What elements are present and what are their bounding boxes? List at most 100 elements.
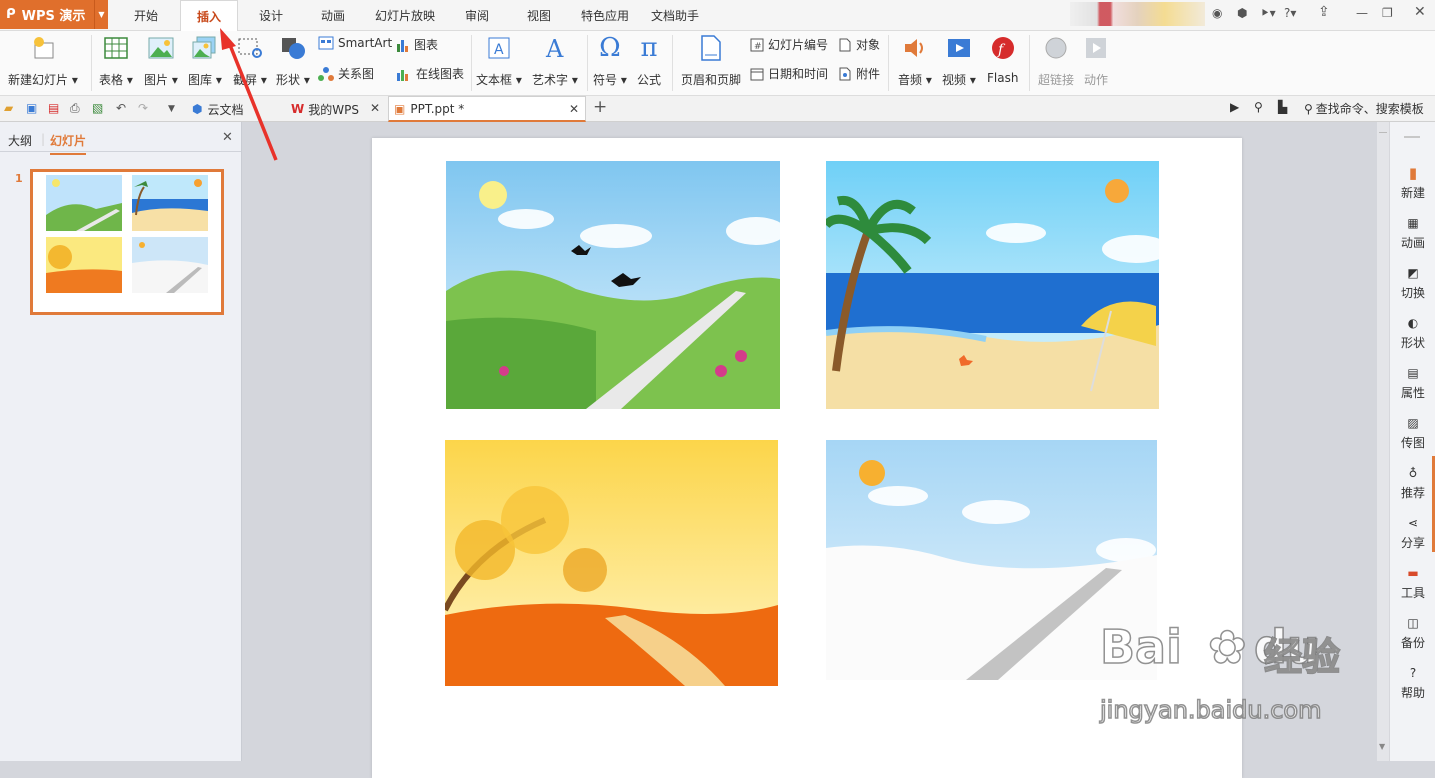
sidebar-label: 动画: [1400, 236, 1425, 250]
sidebar-item-upload-image[interactable]: ▨ 传图: [1390, 414, 1435, 451]
print-icon[interactable]: ⎙: [70, 101, 80, 116]
online-chart-button[interactable]: 在线图表: [396, 65, 464, 82]
autumn-landscape-image[interactable]: [445, 440, 778, 686]
tab-view[interactable]: 视图: [527, 0, 551, 31]
properties-icon: ▤: [1407, 366, 1419, 380]
online-chart-label: 在线图表: [416, 67, 465, 81]
textbox-button[interactable]: A 文本框 ▾: [476, 33, 522, 88]
action-button[interactable]: 动作: [1084, 33, 1108, 88]
hyperlink-button[interactable]: 超链接: [1038, 33, 1074, 88]
undo-icon[interactable]: ↶: [116, 101, 126, 115]
sidebar-item-help[interactable]: ? 帮助: [1390, 664, 1435, 701]
datetime-label: 日期和时间: [768, 67, 829, 81]
attachment-icon: [838, 67, 852, 81]
close-icon[interactable]: ✕: [1414, 4, 1426, 20]
open-folder-icon[interactable]: ▰: [4, 101, 13, 115]
minimize-icon[interactable]: —: [1356, 6, 1368, 20]
tab-doc-assistant[interactable]: 文档助手: [651, 0, 699, 31]
tab-slides[interactable]: 幻灯片: [50, 132, 87, 155]
slide-thumbnail[interactable]: [30, 169, 224, 315]
close-tab-icon[interactable]: ✕: [569, 102, 579, 116]
sidebar-item-share[interactable]: ⋖ 分享: [1390, 514, 1435, 551]
customize-toolbar-icon[interactable]: ▼: [168, 104, 175, 114]
winter-landscape-image[interactable]: [826, 440, 1157, 680]
tab-animation[interactable]: 动画: [321, 0, 345, 31]
divider: [888, 35, 889, 91]
export-pdf-icon[interactable]: ▤: [48, 101, 59, 115]
screenshot-button[interactable]: 截屏 ▾: [233, 33, 267, 88]
object-button[interactable]: 对象: [838, 36, 880, 53]
picture-button[interactable]: 图片 ▾: [144, 33, 178, 88]
sidebar-item-shape[interactable]: ◐ 形状: [1390, 314, 1435, 351]
globe-link-icon: [1043, 33, 1069, 63]
table-button[interactable]: 表格 ▾: [99, 33, 133, 88]
gallery-button[interactable]: 图库 ▾: [188, 33, 222, 88]
new-tab-plus-icon[interactable]: +: [593, 97, 607, 117]
tab-review[interactable]: 审阅: [465, 0, 489, 31]
shape-icon: [280, 33, 306, 63]
sidebar-label: 属性: [1400, 386, 1425, 400]
attachment-button[interactable]: 附件: [838, 65, 880, 82]
smartart-button[interactable]: SmartArt: [318, 36, 392, 50]
sidebar-item-animation[interactable]: ▦ 动画: [1390, 214, 1435, 251]
new-slide-label: 新建幻灯片: [8, 73, 69, 87]
help-menu-icon[interactable]: ?▾: [1284, 6, 1296, 20]
sidebar-item-properties[interactable]: ▤ 属性: [1390, 364, 1435, 401]
slide-number-icon: #: [750, 38, 764, 52]
restore-icon[interactable]: ❐: [1382, 6, 1393, 20]
gallery-icon: [192, 33, 218, 63]
flash-button[interactable]: f Flash: [987, 33, 1018, 85]
slide-canvas[interactable]: [372, 138, 1242, 778]
tab-slideshow[interactable]: 幻灯片放映: [375, 0, 435, 31]
brush-icon[interactable]: ⚲: [1254, 100, 1263, 114]
chart-button[interactable]: 图表: [396, 36, 438, 53]
tab-home[interactable]: 开始: [134, 0, 158, 31]
present-icon[interactable]: ▶: [1230, 100, 1239, 114]
sidebar-item-recommend[interactable]: ♁ 推荐: [1390, 464, 1435, 501]
datetime-button[interactable]: 日期和时间: [750, 65, 828, 82]
video-button[interactable]: 视频 ▾: [942, 33, 976, 88]
comment-icon[interactable]: ▙: [1278, 100, 1287, 114]
sidebar-item-new[interactable]: ▮ 新建: [1390, 164, 1435, 201]
help-icon: ?: [1409, 666, 1417, 680]
vertical-scrollbar[interactable]: ▼: [1377, 122, 1389, 761]
audio-button[interactable]: 音频 ▾: [898, 33, 932, 88]
sidebar-item-backup[interactable]: ◫ 备份: [1390, 614, 1435, 651]
share-menu-icon[interactable]: ⯈▾: [1260, 6, 1276, 21]
save-icon[interactable]: ▣: [26, 101, 37, 115]
close-panel-icon[interactable]: ✕: [222, 130, 233, 145]
tab-outline[interactable]: 大纲: [8, 132, 32, 149]
sidebar-item-tools[interactable]: ▬ 工具: [1390, 564, 1435, 601]
chevron-down-icon[interactable]: ▼: [94, 0, 108, 29]
command-search-box[interactable]: ⚲ 查找命令、搜索模板: [1304, 100, 1424, 117]
upload-icon[interactable]: ⇪: [1318, 4, 1330, 20]
formula-button[interactable]: π 公式: [637, 33, 661, 88]
beach-landscape-image[interactable]: [826, 161, 1159, 409]
close-tab-icon[interactable]: ✕: [370, 101, 380, 115]
tab-design[interactable]: 设计: [259, 0, 283, 31]
tab-insert[interactable]: 插入: [180, 0, 238, 31]
skin-icon[interactable]: ◉: [1212, 6, 1222, 20]
relation-diagram-button[interactable]: 关系图: [318, 65, 374, 82]
wordart-button[interactable]: A 艺术字 ▾: [532, 33, 578, 88]
wps-app-menu-button[interactable]: ᑭ WPS 演示 ▼: [0, 0, 108, 29]
print-preview-icon[interactable]: ▧: [92, 101, 103, 115]
attachment-label: 附件: [856, 67, 881, 81]
scroll-down-arrow-icon[interactable]: ▼: [1379, 742, 1385, 751]
sidebar-label: 推荐: [1400, 486, 1425, 500]
slide-number-button[interactable]: # 幻灯片编号: [750, 36, 828, 53]
tab-features[interactable]: 特色应用: [581, 0, 629, 31]
redo-icon[interactable]: ↷: [138, 101, 148, 115]
header-footer-button[interactable]: 页眉和页脚: [681, 33, 741, 88]
new-slide-button[interactable]: 新建幻灯片 ▾: [8, 33, 78, 88]
shape-button[interactable]: 形状 ▾: [276, 33, 310, 88]
tab-cloud-docs[interactable]: ⬢ 云文档: [186, 96, 282, 122]
tab-ppt-document[interactable]: ▣ PPT.ppt * ✕: [388, 96, 586, 122]
symbol-button[interactable]: Ω 符号 ▾: [593, 33, 627, 88]
smartart-label: SmartArt: [338, 36, 393, 50]
sidebar-item-transition[interactable]: ◩ 切换: [1390, 264, 1435, 301]
tab-my-wps[interactable]: W 我的WPS ✕: [286, 96, 386, 122]
spring-landscape-image[interactable]: [446, 161, 780, 409]
settings-icon[interactable]: ⬢: [1237, 6, 1247, 20]
object-icon: [838, 38, 852, 52]
